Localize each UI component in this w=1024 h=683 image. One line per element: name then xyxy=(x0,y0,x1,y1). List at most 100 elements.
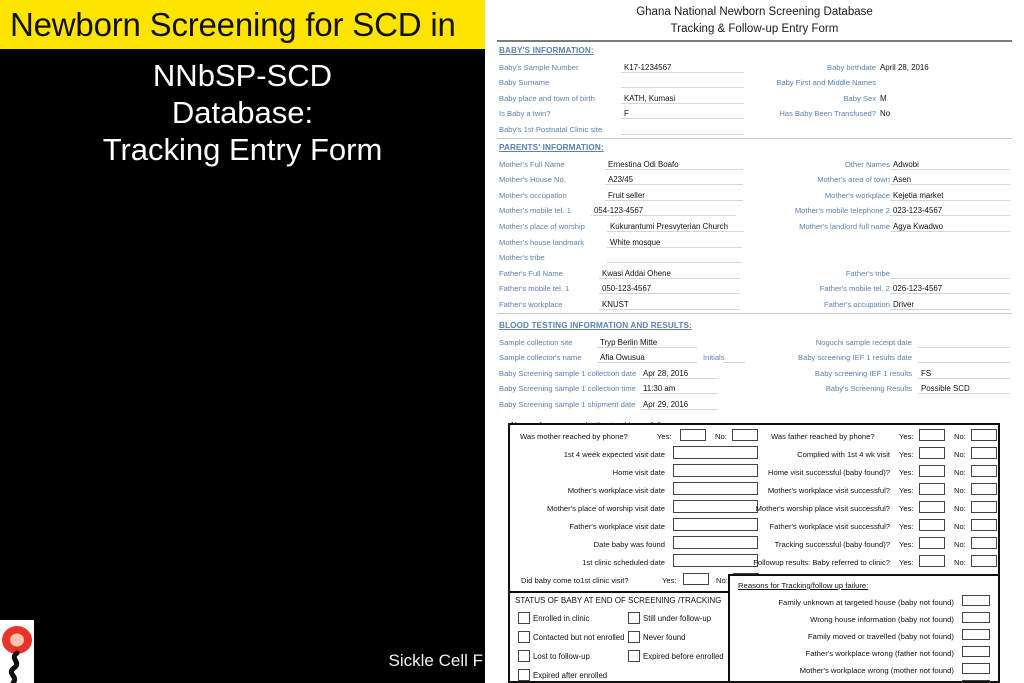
field-input[interactable]: 023-123-4567 xyxy=(890,204,1010,217)
field-input[interactable]: Adwobi xyxy=(890,158,1010,170)
reason-checkbox[interactable] xyxy=(962,612,990,623)
field-input[interactable]: Tryp Berlin Mitte xyxy=(597,336,697,348)
field-input[interactable]: A23/45 xyxy=(605,173,743,186)
field-input[interactable]: F xyxy=(621,107,744,120)
field-value[interactable]: M xyxy=(876,94,1010,104)
status-checkbox[interactable] xyxy=(518,612,530,624)
field-label: Baby's 1st Postnatal Clinic site xyxy=(499,124,603,134)
field-input[interactable] xyxy=(621,123,744,135)
reasons-heading: Reasons for Tracking/follow up failure: xyxy=(738,581,869,590)
field-value[interactable] xyxy=(876,87,1010,88)
form-row: Baby's 1st Postnatal Clinic site xyxy=(499,119,1010,135)
no-label: No: xyxy=(954,432,966,441)
status-checkbox[interactable] xyxy=(628,650,640,662)
yes-checkbox[interactable] xyxy=(680,429,706,441)
no-checkbox[interactable] xyxy=(971,465,997,477)
no-checkbox[interactable] xyxy=(732,429,758,441)
field-input[interactable]: 11:30 am xyxy=(640,382,718,395)
field-label: Noguchi sample receipt date xyxy=(815,337,912,347)
no-checkbox[interactable] xyxy=(971,483,997,495)
status-checkbox[interactable] xyxy=(628,612,640,624)
field-value[interactable] xyxy=(876,134,1010,135)
field-input[interactable] xyxy=(918,336,1010,348)
date-input[interactable] xyxy=(673,554,758,567)
status-section: STATUS OF BABY AT END OF SCREENING /TRAC… xyxy=(508,591,730,683)
field-input[interactable] xyxy=(918,351,1010,364)
status-checkbox[interactable] xyxy=(518,669,530,681)
no-checkbox[interactable] xyxy=(971,501,997,513)
yes-checkbox[interactable] xyxy=(919,429,945,441)
field-input[interactable]: FS xyxy=(918,367,1010,379)
field-input[interactable]: K17-1234567 xyxy=(621,61,744,73)
field-input[interactable]: Kukurantumi Presvyterian Church xyxy=(607,220,744,232)
field-value[interactable] xyxy=(886,262,1010,263)
yes-label: Yes: xyxy=(899,522,914,531)
field-label: Father's mobile tel. 2 xyxy=(819,284,890,294)
status-checkbox[interactable] xyxy=(628,631,640,643)
field-value[interactable] xyxy=(886,247,1010,248)
field-input[interactable]: 026-123-4567 xyxy=(890,282,1010,295)
date-input[interactable] xyxy=(673,446,758,459)
field-input[interactable]: Apr 29, 2016 xyxy=(640,398,718,410)
field-input[interactable]: Fruit seller xyxy=(605,189,743,201)
field-input[interactable] xyxy=(607,251,742,264)
field-input[interactable]: 050-123-4567 xyxy=(599,282,740,295)
reason-checkbox[interactable] xyxy=(962,663,990,674)
field-input[interactable]: Driver xyxy=(890,298,1010,310)
field-label xyxy=(752,247,887,248)
yes-checkbox[interactable] xyxy=(919,447,945,459)
reason-checkbox[interactable] xyxy=(962,595,990,606)
field-input[interactable] xyxy=(621,76,744,89)
field-value[interactable]: No xyxy=(876,109,1010,119)
yes-checkbox[interactable] xyxy=(919,483,945,495)
field-input[interactable]: Kwasi Addai Ohene xyxy=(599,267,740,279)
field-input[interactable]: Apr 28, 2016 xyxy=(640,367,718,379)
no-label: No: xyxy=(954,522,966,531)
field-input[interactable]: KATH, Kumasi xyxy=(621,92,744,104)
field-input[interactable]: White mosque xyxy=(607,236,742,248)
initials-input[interactable] xyxy=(723,351,745,364)
no-checkbox[interactable] xyxy=(971,519,997,531)
status-checkbox[interactable] xyxy=(518,650,530,662)
reason-checkbox[interactable] xyxy=(962,629,990,640)
yes-checkbox[interactable] xyxy=(919,501,945,513)
field-input[interactable]: Agya Kwadwo xyxy=(890,220,1010,232)
date-input[interactable] xyxy=(673,500,758,513)
yes-label: Yes: xyxy=(899,486,914,495)
field-label: Sample collector's name xyxy=(499,353,582,363)
status-checkbox[interactable] xyxy=(518,631,530,643)
date-input[interactable] xyxy=(673,482,758,495)
field-label: Baby Sex xyxy=(843,93,876,103)
yes-checkbox[interactable] xyxy=(919,465,945,477)
no-checkbox[interactable] xyxy=(971,555,997,567)
no-label: No: xyxy=(954,486,966,495)
date-input[interactable] xyxy=(673,536,758,549)
no-checkbox[interactable] xyxy=(971,429,997,441)
yes-checkbox[interactable] xyxy=(919,519,945,531)
date-input[interactable] xyxy=(673,518,758,531)
reason-label: Family unknown at targeted house (baby n… xyxy=(778,598,954,607)
slide-footer-text: Sickle Cell F xyxy=(388,651,483,670)
field-input[interactable]: 054-123-4567 xyxy=(591,204,736,217)
field-input[interactable] xyxy=(890,267,1010,279)
field-input[interactable]: Kejetia market xyxy=(890,189,1010,201)
field-value: KNUST xyxy=(602,299,629,309)
reasons-section: Reasons for Tracking/follow up failure: … xyxy=(728,574,1000,683)
field-input[interactable]: Afia Owusua xyxy=(597,351,697,364)
form-row: Mother's mobile tel. 1 054-123-4567 Moth… xyxy=(499,201,1010,217)
yes-checkbox[interactable] xyxy=(683,573,709,585)
field-value: KATH, Kumasi xyxy=(624,93,676,103)
no-checkbox[interactable] xyxy=(971,537,997,549)
date-input[interactable] xyxy=(673,464,758,477)
reason-checkbox[interactable] xyxy=(962,646,990,657)
field-value[interactable]: April 28, 2016 xyxy=(876,63,1010,73)
field-input[interactable]: Ernestina Odi Boafo xyxy=(605,158,743,170)
field-input[interactable]: Possible SCD xyxy=(918,382,1010,395)
field-input[interactable]: Asen xyxy=(890,173,1010,186)
field-input[interactable]: KNUST xyxy=(599,298,740,310)
no-checkbox[interactable] xyxy=(971,447,997,459)
yes-checkbox[interactable] xyxy=(919,537,945,549)
clinic-visit-question: Did baby come to1st clinic visit? xyxy=(521,576,629,585)
tracking-date-label: Mother's place of worship visit date xyxy=(547,504,665,513)
yes-checkbox[interactable] xyxy=(919,555,945,567)
